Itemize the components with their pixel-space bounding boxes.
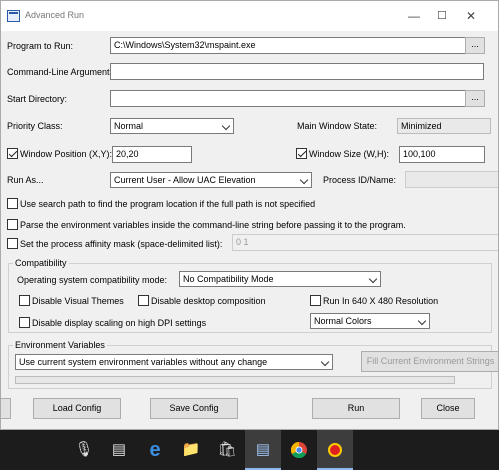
winsize-input[interactable]: 100,100 (399, 146, 485, 163)
minimize-button[interactable]: — (399, 6, 429, 26)
disable-themes-checkbox[interactable] (19, 295, 30, 306)
file-explorer-icon[interactable]: 📁 (173, 430, 209, 470)
maximize-button[interactable]: ☐ (427, 6, 457, 26)
winpos-checkbox[interactable] (7, 148, 18, 159)
env-scrollbar[interactable] (15, 376, 455, 384)
parse-env-label: Parse the environment variables inside t… (20, 220, 406, 230)
disable-desktop-comp-label: Disable desktop composition (151, 296, 266, 306)
args-input[interactable] (110, 63, 484, 80)
parse-env-checkbox[interactable] (7, 219, 18, 230)
affinity-input[interactable]: 0 1 (232, 234, 498, 251)
disable-themes-label: Disable Visual Themes (32, 296, 124, 306)
disable-dpi-scaling-checkbox[interactable] (19, 317, 30, 328)
env-mode-select[interactable]: Use current system environment variables… (15, 354, 333, 370)
pid-label: Process ID/Name: (323, 175, 397, 185)
affinity-checkbox[interactable] (7, 238, 18, 249)
compat-mode-value: No Compatibility Mode (183, 274, 274, 284)
run-button[interactable]: Run (312, 398, 400, 419)
chevron-down-icon (417, 316, 427, 326)
program-browse-button[interactable]: ... (465, 37, 485, 54)
window-title: Advanced Run (25, 10, 85, 20)
run-640x480-label: Run In 640 X 480 Resolution (323, 296, 439, 306)
startdir-input[interactable] (110, 90, 484, 107)
chevron-down-icon (299, 175, 309, 185)
partial-button[interactable] (1, 398, 11, 419)
runas-label: Run As... (7, 175, 44, 185)
disable-dpi-scaling-label: Disable display scaling on high DPI sett… (32, 318, 207, 328)
colors-value: Normal Colors (314, 316, 372, 326)
winsize-checkbox[interactable] (296, 148, 307, 159)
program-input[interactable]: C:\Windows\System32\mspaint.exe (110, 37, 484, 54)
search-path-checkbox[interactable] (7, 198, 18, 209)
compat-mode-label: Operating system compatibility mode: (17, 275, 168, 285)
advanced-run-window: Advanced Run — ☐ ✕ Program to Run: C:\Wi… (0, 0, 499, 430)
chevron-down-icon (320, 357, 330, 367)
search-path-label: Use search path to find the program loca… (20, 199, 316, 209)
runas-value: Current User - Allow UAC Elevation (114, 175, 256, 185)
priority-value: Normal (114, 121, 144, 131)
winsize-label: Window Size (W,H): (309, 149, 390, 159)
taskbar: 🎙 ▤ e 📁 🛍 ▤ (0, 430, 499, 470)
priority-select[interactable]: Normal (110, 118, 234, 134)
chrome-logo (290, 441, 307, 459)
args-label: Command-Line Arguments: (7, 67, 117, 77)
load-config-button[interactable]: Load Config (33, 398, 121, 419)
store-icon[interactable]: 🛍 (209, 430, 245, 470)
mainwin-value: Minimized (401, 121, 442, 131)
priority-label: Priority Class: (7, 121, 63, 131)
pid-input[interactable] (405, 171, 498, 188)
close-window-button[interactable]: ✕ (456, 6, 486, 26)
fill-env-strings-button[interactable]: Fill Current Environment Strings (361, 351, 498, 372)
chrome-icon[interactable] (281, 430, 317, 470)
task-view-icon[interactable]: ▤ (101, 430, 137, 470)
runas-select[interactable]: Current User - Allow UAC Elevation (110, 172, 312, 188)
microphone-icon[interactable]: 🎙 (66, 430, 102, 470)
disable-desktop-comp-checkbox[interactable] (138, 295, 149, 306)
winpos-label: Window Position (X,Y): (20, 149, 113, 159)
advanced-run-app-icon (7, 10, 20, 22)
env-mode-value: Use current system environment variables… (19, 357, 268, 367)
chevron-down-icon (368, 274, 378, 284)
chevron-down-icon (221, 121, 231, 131)
program-label: Program to Run: (7, 41, 74, 51)
advanced-run-icon[interactable]: ▤ (245, 430, 281, 470)
compat-mode-select[interactable]: No Compatibility Mode (179, 271, 381, 287)
title-bar[interactable]: Advanced Run — ☐ ✕ (1, 1, 498, 31)
mainwin-label: Main Window State: (297, 121, 378, 131)
colors-select[interactable]: Normal Colors (310, 313, 430, 329)
save-config-button[interactable]: Save Config (150, 398, 238, 419)
mainwin-select[interactable]: Minimized (397, 118, 491, 134)
run-640x480-checkbox[interactable] (310, 295, 321, 306)
environment-group-label: Environment Variables (13, 339, 107, 351)
close-button[interactable]: Close (421, 398, 475, 419)
winpos-input[interactable]: 20,20 (112, 146, 192, 163)
compatibility-group-label: Compatibility (13, 257, 69, 269)
startdir-browse-button[interactable]: ... (465, 90, 485, 107)
startdir-label: Start Directory: (7, 94, 68, 104)
red-app-icon[interactable] (317, 430, 353, 470)
affinity-label: Set the process affinity mask (space-del… (20, 239, 223, 249)
edge-icon[interactable]: e (137, 430, 173, 470)
